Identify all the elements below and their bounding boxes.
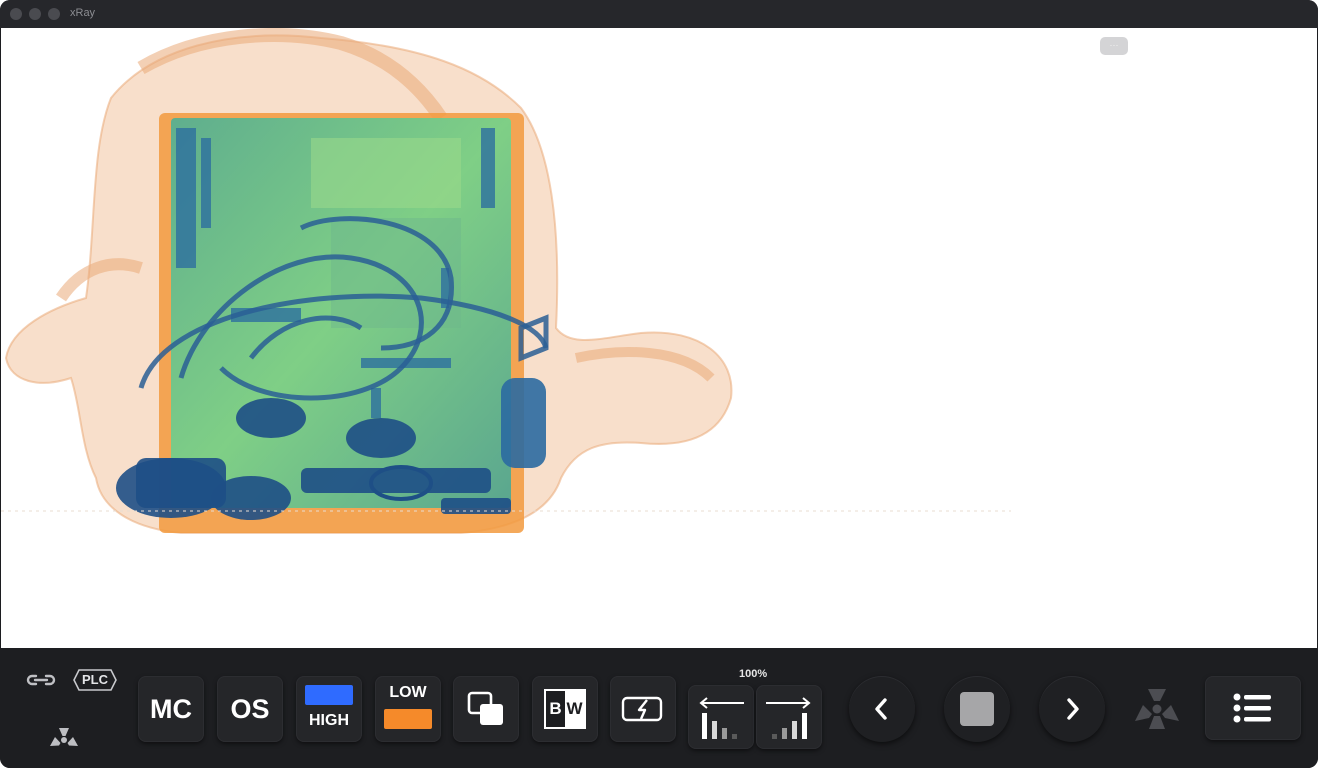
minimize-window-button[interactable] [29, 8, 41, 20]
title-bar: xRay [0, 0, 1318, 28]
low-energy-button[interactable]: LOW [375, 676, 441, 742]
low-color-swatch [384, 709, 432, 729]
link-icon [26, 674, 56, 686]
decrease-contrast-icon [699, 697, 744, 739]
overlay-button[interactable] [453, 676, 519, 742]
next-image-button[interactable] [1039, 676, 1105, 742]
window-title: xRay [70, 7, 96, 19]
chevron-left-icon [875, 698, 887, 720]
black-white-button[interactable]: B W [532, 676, 598, 742]
radiation-status-icon [50, 728, 78, 746]
list-menu-icon [1233, 693, 1271, 723]
xray-scan-image [1, 28, 1011, 534]
high-label: HIGH [309, 712, 349, 729]
previous-image-button[interactable] [849, 676, 915, 742]
xray-image-viewer[interactable]: ··· [1, 28, 1317, 648]
stop-button[interactable] [944, 676, 1010, 742]
mc-button[interactable]: MC [138, 676, 204, 742]
plc-label: PLC [82, 672, 108, 687]
more-options-button[interactable]: ··· [1100, 37, 1128, 55]
bottom-toolbar: PLC MC OS HIGH LOW B W 100% [0, 648, 1318, 768]
bw-icon: B W [544, 689, 586, 729]
os-button[interactable]: OS [217, 676, 283, 742]
bw-label-b: B [546, 691, 565, 727]
os-label: OS [230, 693, 270, 724]
stop-icon [960, 692, 994, 726]
low-label: LOW [389, 684, 427, 701]
zoom-window-button[interactable] [48, 8, 60, 20]
mc-label: MC [150, 693, 192, 724]
plc-status-badge: PLC [73, 668, 117, 692]
overlay-squares-icon [467, 691, 503, 725]
close-window-button[interactable] [10, 8, 22, 20]
edge-enhance-button[interactable] [610, 676, 676, 742]
menu-button[interactable] [1205, 676, 1301, 740]
high-energy-button[interactable]: HIGH [296, 676, 362, 742]
chevron-right-icon [1067, 698, 1079, 720]
increase-contrast-icon [766, 697, 811, 739]
increase-contrast-button[interactable] [756, 685, 822, 749]
decrease-contrast-button[interactable] [688, 685, 754, 749]
flash-battery-icon [621, 696, 663, 722]
high-color-swatch [305, 685, 353, 705]
radiation-indicator-icon [1135, 689, 1179, 729]
app-window: xRay ··· PLC MC OS HIGH LOW B W 100% [0, 0, 1318, 768]
bw-label-w: W [565, 691, 584, 727]
zoom-level: 100% [739, 668, 768, 680]
